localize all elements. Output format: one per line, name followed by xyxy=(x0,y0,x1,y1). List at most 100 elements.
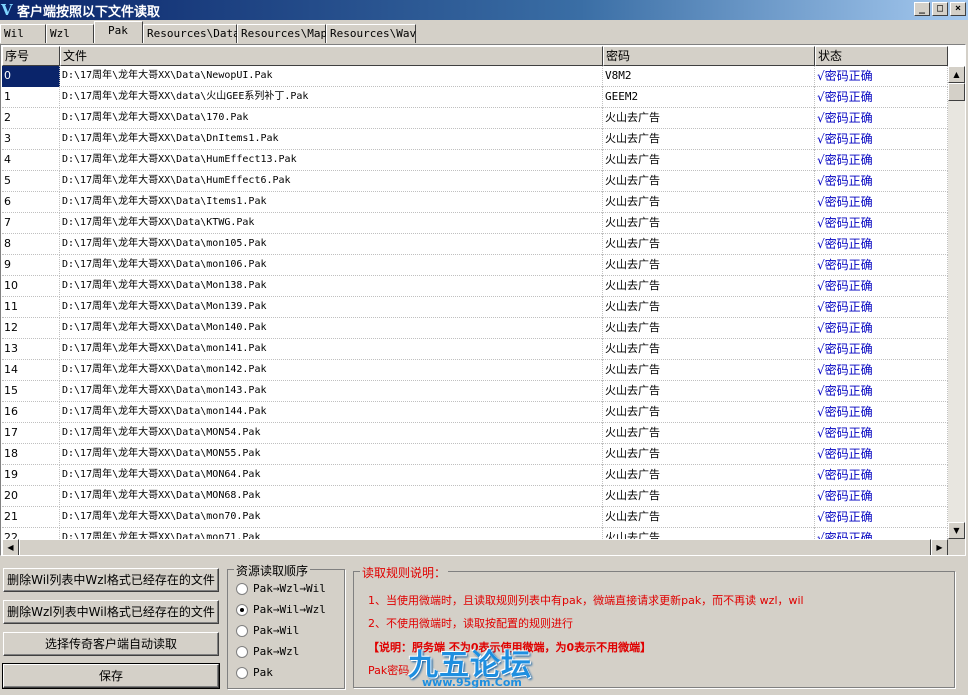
title-bar: V 客户端按照以下文件读取 _ □ × xyxy=(0,0,968,20)
radio-dot-icon[interactable] xyxy=(236,582,248,595)
row-status: √密码正确 xyxy=(815,150,948,171)
row-file: D:\17周年\龙年大哥XX\Data\mon142.Pak xyxy=(60,360,603,381)
table-row[interactable]: 14 D:\17周年\龙年大哥XX\Data\mon142.Pak 火山去广告 √密码… xyxy=(2,360,948,381)
row-file: D:\17周年\龙年大哥XX\Data\mon106.Pak xyxy=(60,255,603,276)
tab-wzl[interactable]: Wzl xyxy=(46,24,94,43)
radio-label: Pak→Wzl xyxy=(253,645,300,658)
tab-pak[interactable]: Pak xyxy=(94,21,143,43)
radio-dot-selected-icon[interactable] xyxy=(236,603,248,616)
radio-pak-wzl-wil[interactable]: Pak→Wzl→Wil xyxy=(236,582,326,595)
table-row[interactable]: 5 D:\17周年\龙年大哥XX\Data\HumEffect6.Pak 火山去广告… xyxy=(2,171,948,192)
close-button[interactable]: × xyxy=(950,2,966,16)
radio-label: Pak→Wzl→Wil xyxy=(253,582,326,595)
table-row[interactable]: 16 D:\17周年\龙年大哥XX\Data\mon144.Pak 火山去广告 √密码… xyxy=(2,402,948,423)
row-index: 12 xyxy=(2,318,60,339)
row-file: D:\17周年\龙年大哥XX\Data\mon70.Pak xyxy=(60,507,603,528)
table-row[interactable]: 3 D:\17周年\龙年大哥XX\Data\DnItems1.Pak 火山去广告 √密… xyxy=(2,129,948,150)
table-row[interactable]: 1 D:\17周年\龙年大哥XX\data\火山GEE系列补丁.Pak GEEM2 √… xyxy=(2,87,948,108)
tab-resources-wav[interactable]: Resources\Wav xyxy=(326,24,416,43)
table-row[interactable]: 18 D:\17周年\龙年大哥XX\Data\MON55.Pak 火山去广告 √密码正… xyxy=(2,444,948,465)
auto-read-client-button[interactable]: 选择传奇客户端自动读取 xyxy=(3,632,219,656)
maximize-button[interactable]: □ xyxy=(932,2,948,16)
table-row[interactable]: 11 D:\17周年\龙年大哥XX\Data\Mon139.Pak 火山去广告 √密码… xyxy=(2,297,948,318)
table-row[interactable]: 2 D:\17周年\龙年大哥XX\Data\170.Pak 火山去广告 √密码正确 xyxy=(2,108,948,129)
row-index: 11 xyxy=(2,297,60,318)
table-row[interactable]: 7 D:\17周年\龙年大哥XX\Data\KTWG.Pak 火山去广告 √密码正确 xyxy=(2,213,948,234)
radio-dot-icon[interactable] xyxy=(236,666,248,679)
column-header-status[interactable]: 状态 xyxy=(815,46,948,66)
row-index: 1 xyxy=(2,87,60,108)
radio-label: Pak→Wil→Wzl xyxy=(253,603,326,616)
horizontal-scrollbar[interactable]: ◀ ▶ xyxy=(2,539,948,555)
delete-wil-duplicates-button[interactable]: 删除Wil列表中Wzl格式已经存在的文件 xyxy=(3,568,219,592)
row-file: D:\17周年\龙年大哥XX\Data\MON54.Pak xyxy=(60,423,603,444)
file-list[interactable]: 序号 文件 密码 状态 0 D:\17周年\龙年大哥XX\Data\NewopUI… xyxy=(0,44,966,556)
row-file: D:\17周年\龙年大哥XX\Data\Mon139.Pak xyxy=(60,297,603,318)
table-row[interactable]: 6 D:\17周年\龙年大哥XX\Data\Items1.Pak 火山去广告 √密码正… xyxy=(2,192,948,213)
minimize-button[interactable]: _ xyxy=(914,2,930,16)
row-status: √密码正确 xyxy=(815,192,948,213)
delete-wzl-duplicates-button[interactable]: 删除Wzl列表中Wil格式已经存在的文件 xyxy=(3,600,219,624)
scroll-left-icon[interactable]: ◀ xyxy=(2,539,19,555)
tab-resources-data[interactable]: Resources\Data xyxy=(143,24,240,43)
row-status: √密码正确 xyxy=(815,423,948,444)
horizontal-scroll-thumb[interactable] xyxy=(19,539,931,555)
tab-resources-map[interactable]: Resources\Map xyxy=(237,24,327,43)
row-status: √密码正确 xyxy=(815,339,948,360)
row-status: √密码正确 xyxy=(815,87,948,108)
row-index: 2 xyxy=(2,108,60,129)
row-password: 火山去广告 xyxy=(603,171,815,192)
row-status: √密码正确 xyxy=(815,486,948,507)
table-row[interactable]: 20 D:\17周年\龙年大哥XX\Data\MON68.Pak 火山去广告 √密码正… xyxy=(2,486,948,507)
row-password: 火山去广告 xyxy=(603,507,815,528)
scroll-up-icon[interactable]: ▲ xyxy=(948,66,965,83)
rules-title: 读取规则说明： xyxy=(360,564,449,581)
save-button[interactable]: 保存 xyxy=(2,663,220,689)
scroll-right-icon[interactable]: ▶ xyxy=(931,539,948,555)
table-row[interactable]: 4 D:\17周年\龙年大哥XX\Data\HumEffect13.Pak 火山去广… xyxy=(2,150,948,171)
window-title: 客户端按照以下文件读取 xyxy=(17,4,161,20)
table-row[interactable]: 8 D:\17周年\龙年大哥XX\Data\mon105.Pak 火山去广告 √密码正… xyxy=(2,234,948,255)
row-file: D:\17周年\龙年大哥XX\Data\Items1.Pak xyxy=(60,192,603,213)
row-password: 火山去广告 xyxy=(603,465,815,486)
vertical-scroll-thumb[interactable] xyxy=(948,83,965,101)
app-icon: V xyxy=(1,1,13,19)
table-row[interactable]: 9 D:\17周年\龙年大哥XX\Data\mon106.Pak 火山去广告 √密码正… xyxy=(2,255,948,276)
table-row[interactable]: 19 D:\17周年\龙年大哥XX\Data\MON64.Pak 火山去广告 √密码正… xyxy=(2,465,948,486)
column-header-file[interactable]: 文件 xyxy=(60,46,603,66)
watermark-url: www.95gm.Com xyxy=(422,676,522,689)
radio-dot-icon[interactable] xyxy=(236,645,248,658)
radio-pak-wzl[interactable]: Pak→Wzl xyxy=(236,645,299,658)
row-file: D:\17周年\龙年大哥XX\Data\mon144.Pak xyxy=(60,402,603,423)
row-file: D:\17周年\龙年大哥XX\Data\mon143.Pak xyxy=(60,381,603,402)
column-header-password[interactable]: 密码 xyxy=(603,46,815,66)
table-row[interactable]: 17 D:\17周年\龙年大哥XX\Data\MON54.Pak 火山去广告 √密码正… xyxy=(2,423,948,444)
table-row[interactable]: 15 D:\17周年\龙年大哥XX\Data\mon143.Pak 火山去广告 √密码… xyxy=(2,381,948,402)
column-header-index[interactable]: 序号 xyxy=(2,46,60,66)
tab-wil[interactable]: Wil xyxy=(0,24,46,43)
row-status: √密码正确 xyxy=(815,381,948,402)
row-password: 火山去广告 xyxy=(603,129,815,150)
table-row[interactable]: 0 D:\17周年\龙年大哥XX\Data\NewopUI.Pak V8M2 √密码正… xyxy=(2,66,948,87)
table-row[interactable]: 12 D:\17周年\龙年大哥XX\Data\Mon140.Pak 火山去广告 √密码… xyxy=(2,318,948,339)
row-password: 火山去广告 xyxy=(603,402,815,423)
tab-strip: Wil Wzl Pak Resources\Data Resources\Map… xyxy=(0,21,968,43)
row-index: 5 xyxy=(2,171,60,192)
row-status: √密码正确 xyxy=(815,297,948,318)
radio-dot-icon[interactable] xyxy=(236,624,248,637)
row-index: 21 xyxy=(2,507,60,528)
row-password: 火山去广告 xyxy=(603,360,815,381)
scroll-down-icon[interactable]: ▼ xyxy=(948,522,965,539)
table-row[interactable]: 10 D:\17周年\龙年大哥XX\Data\Mon138.Pak 火山去广告 √密码… xyxy=(2,276,948,297)
radio-pak-wil-wzl[interactable]: Pak→Wil→Wzl xyxy=(236,603,326,616)
table-row[interactable]: 13 D:\17周年\龙年大哥XX\Data\mon141.Pak 火山去广告 √密码… xyxy=(2,339,948,360)
row-password: 火山去广告 xyxy=(603,444,815,465)
radio-pak-wil[interactable]: Pak→Wil xyxy=(236,624,299,637)
row-file: D:\17周年\龙年大哥XX\Data\mon141.Pak xyxy=(60,339,603,360)
row-index: 18 xyxy=(2,444,60,465)
radio-pak[interactable]: Pak xyxy=(236,666,273,679)
row-status: √密码正确 xyxy=(815,129,948,150)
vertical-scrollbar[interactable]: ▲ ▼ xyxy=(948,66,965,539)
table-row[interactable]: 21 D:\17周年\龙年大哥XX\Data\mon70.Pak 火山去广告 √密码正… xyxy=(2,507,948,528)
scroll-corner xyxy=(948,539,965,555)
